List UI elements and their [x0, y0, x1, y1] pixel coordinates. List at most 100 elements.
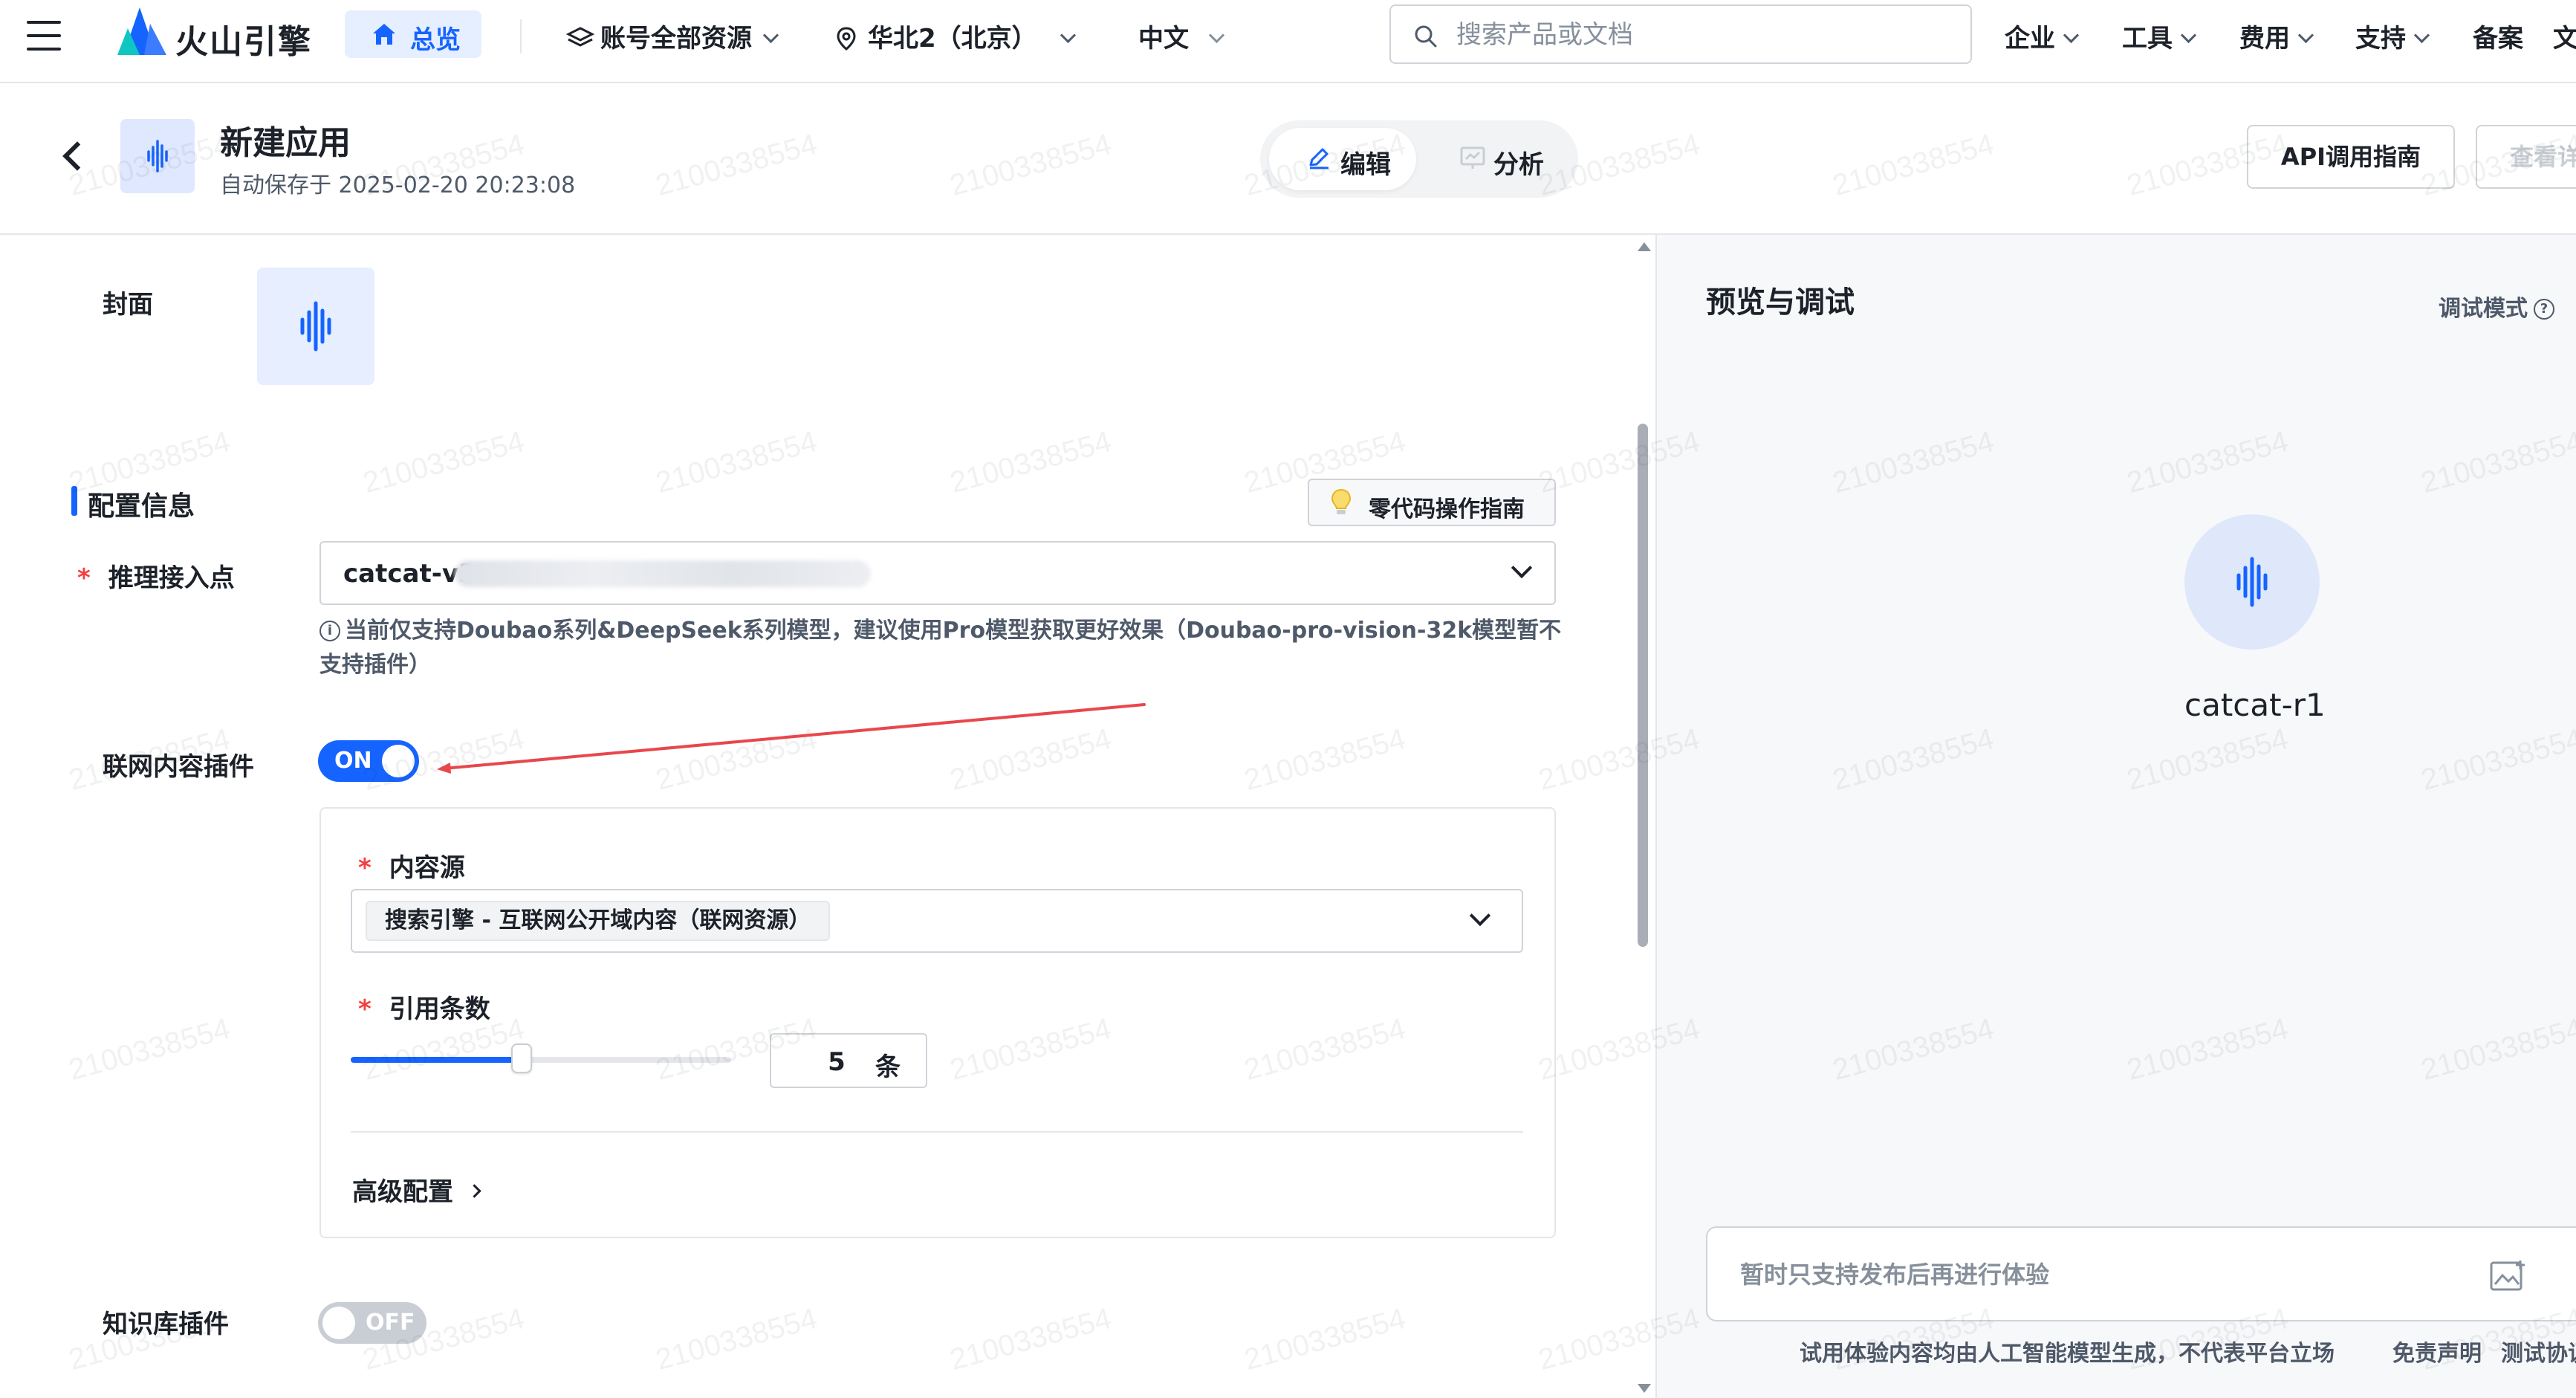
image-upload-icon[interactable]	[2489, 1259, 2526, 1293]
app-icon	[120, 119, 195, 193]
account-selector[interactable]: 账号全部资源	[565, 18, 779, 54]
redacted-text	[455, 560, 871, 587]
citation-count-field[interactable]: 条	[770, 1033, 927, 1088]
debug-mode-toggle[interactable]: 调试模式?	[2439, 290, 2554, 323]
required-mark: *	[77, 563, 91, 593]
menu-tools[interactable]: 工具	[2122, 18, 2197, 54]
card-divider	[351, 1131, 1523, 1133]
soundwave-icon	[147, 140, 168, 172]
content-source-select[interactable]: 搜索引擎 - 互联网公开域内容（联网资源）	[351, 889, 1523, 953]
citation-label-text: 引用条数	[389, 994, 490, 1024]
test-protocol-link[interactable]: 测试协议	[2501, 1335, 2576, 1368]
scrollbar-thumb[interactable]	[1638, 424, 1648, 947]
endpoint-select[interactable]: catcat-v3	[319, 541, 1556, 605]
slider-fill	[351, 1057, 522, 1063]
web-plugin-label: 联网内容插件	[103, 752, 254, 782]
cover-label: 封面	[103, 290, 153, 320]
chevron-down-icon	[2413, 27, 2430, 44]
search-icon	[1415, 25, 1437, 48]
region-label: 华北2（北京）	[868, 24, 1037, 54]
pencil-icon	[1309, 148, 1328, 169]
location-pin-icon	[837, 27, 856, 51]
tab-analyze-label: 分析	[1493, 150, 1544, 180]
chevron-down-icon	[762, 27, 779, 44]
toggle-state: OFF	[366, 1310, 415, 1336]
cover-image[interactable]	[257, 268, 374, 385]
toggle-knob	[322, 1307, 355, 1339]
volcano-logo-icon[interactable]	[117, 6, 166, 58]
menu-filing[interactable]: 备案	[2473, 18, 2523, 54]
endpoint-label-text: 推理接入点	[108, 563, 235, 593]
menu-billing[interactable]: 费用	[2239, 18, 2314, 54]
endpoint-label: * 推理接入点	[77, 557, 235, 594]
citation-slider[interactable]	[351, 1043, 731, 1073]
kb-plugin-label: 知识库插件	[103, 1310, 229, 1339]
kb-plugin-toggle[interactable]: OFF	[318, 1302, 426, 1344]
section-title: 配置信息	[88, 491, 195, 522]
home-icon	[373, 24, 395, 45]
citation-count-input[interactable]	[813, 1045, 860, 1079]
required-mark: *	[358, 853, 372, 883]
section-accent-bar	[71, 486, 77, 516]
disclaimer-link[interactable]: 免责声明	[2392, 1335, 2482, 1368]
chevron-down-icon	[2063, 27, 2080, 44]
soundwave-icon	[300, 301, 331, 352]
top-navbar: 火山引擎 总览 账号全部资源 华北2（北京） 中文 企业 工具 费用 支持 备案…	[0, 0, 2576, 83]
chat-input-box[interactable]	[1706, 1226, 2576, 1321]
region-selector[interactable]: 华北2（北京）	[835, 18, 1076, 54]
language-selector[interactable]: 中文	[1138, 18, 1225, 54]
home-button[interactable]: 总览	[345, 10, 481, 58]
lightbulb-icon	[1331, 488, 1352, 514]
menu-support-label: 支持	[2355, 24, 2406, 54]
brand-name[interactable]: 火山引擎	[175, 15, 312, 62]
web-plugin-toggle[interactable]: ON	[318, 740, 419, 782]
menu-icon[interactable]	[27, 21, 61, 51]
menu-docs-cut[interactable]: 文	[2553, 18, 2576, 54]
content-source-label-text: 内容源	[389, 853, 465, 883]
guide-button-label: 零代码操作指南	[1369, 496, 1525, 522]
help-icon[interactable]: ?	[2534, 299, 2554, 320]
tab-edit-label: 编辑	[1340, 150, 1391, 180]
endpoint-hint-text: 当前仅支持Doubao系列&DeepSeek系列模型，建议使用Pro模型获取更好…	[319, 618, 1562, 678]
citation-unit: 条	[875, 1052, 901, 1082]
chevron-down-icon	[1060, 27, 1076, 44]
mode-switch: 编辑 分析	[1260, 120, 1578, 198]
debug-mode-label: 调试模式	[2439, 296, 2528, 322]
web-plugin-settings-card	[319, 807, 1556, 1238]
bot-avatar	[2184, 514, 2320, 650]
toggle-knob	[382, 745, 415, 777]
preview-panel	[1655, 235, 2576, 1398]
advanced-config-link[interactable]: 高级配置	[352, 1171, 481, 1208]
disclaimer-text: 试用体验内容均由人工智能模型生成，不代表平台立场	[1800, 1341, 2335, 1367]
menu-enterprise[interactable]: 企业	[2005, 18, 2080, 54]
app-title: 新建应用	[220, 124, 351, 162]
bot-name: catcat-r1	[2184, 687, 2326, 723]
chart-monitor-icon	[1460, 146, 1485, 169]
chat-input[interactable]	[1739, 1258, 2470, 1292]
menu-tools-label: 工具	[2122, 24, 2173, 54]
advanced-config-label: 高级配置	[352, 1177, 453, 1207]
chevron-down-icon	[1511, 557, 1533, 579]
menu-enterprise-label: 企业	[2005, 24, 2055, 54]
slider-thumb[interactable]	[511, 1043, 533, 1073]
zero-code-guide-button[interactable]: 零代码操作指南	[1308, 479, 1556, 526]
scroll-down-arrow[interactable]	[1638, 1384, 1651, 1393]
chevron-down-icon	[1469, 905, 1491, 927]
account-label: 账号全部资源	[600, 24, 752, 54]
scroll-up-arrow[interactable]	[1638, 242, 1651, 251]
chevron-down-icon	[2180, 27, 2197, 44]
preview-title: 预览与调试	[1706, 285, 1855, 320]
tab-edit[interactable]: 编辑	[1269, 128, 1416, 190]
view-details-button[interactable]: 查看详	[2476, 125, 2576, 189]
content-source-label: * 内容源	[358, 847, 465, 884]
chevron-down-icon	[1208, 27, 1225, 44]
tab-analyze[interactable]: 分析	[1422, 128, 1571, 190]
toggle-state: ON	[334, 748, 372, 774]
menu-support[interactable]: 支持	[2355, 18, 2430, 54]
api-guide-button[interactable]: API调用指南	[2247, 125, 2455, 189]
layers-icon	[565, 27, 595, 47]
search-box[interactable]	[1389, 4, 1972, 64]
search-input[interactable]	[1455, 16, 1948, 54]
soundwave-icon	[2236, 557, 2268, 607]
content-source-tag: 搜索引擎 - 互联网公开域内容（联网资源）	[366, 901, 831, 941]
